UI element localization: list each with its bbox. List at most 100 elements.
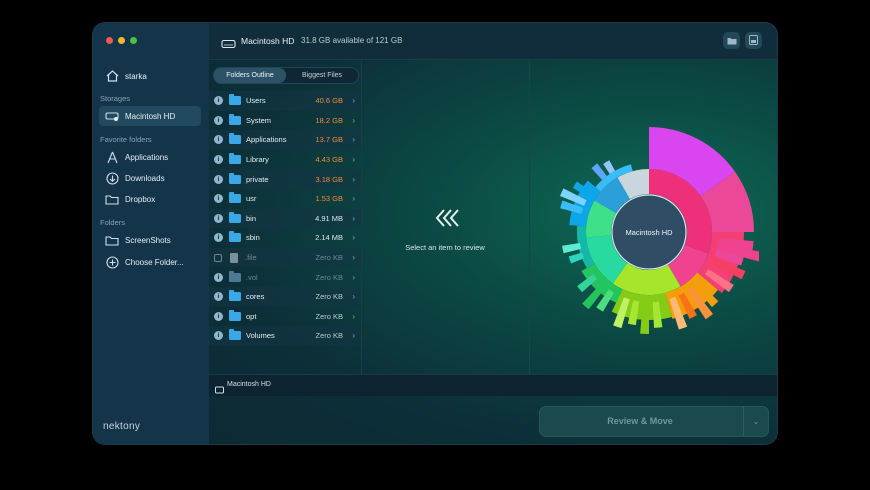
sidebar-item-screenshots[interactable]: ScreenShots <box>99 230 201 250</box>
folder-icon <box>229 329 241 341</box>
plus-circle-icon <box>105 255 119 269</box>
folder-icon <box>229 270 241 282</box>
folder-list: i Users 40.6 GB › i System 18.2 GB › i Applicatio… <box>209 91 361 346</box>
chevron-down-icon[interactable]: ⌄ <box>743 407 768 436</box>
folder-icon <box>229 94 241 106</box>
folder-icon <box>229 290 241 302</box>
sidebar-item-dropbox[interactable]: Dropbox <box>99 189 201 209</box>
chevron-right-icon[interactable]: › <box>352 312 355 321</box>
chevron-right-icon[interactable]: › <box>352 96 355 105</box>
list-item[interactable]: i System 18.2 GB › <box>209 111 361 131</box>
folder-icon <box>229 172 241 184</box>
folder-icon <box>229 113 241 125</box>
item-name: opt <box>246 311 257 321</box>
tab-biggest-files[interactable]: Biggest Files <box>286 68 358 83</box>
info-icon[interactable]: i <box>214 311 223 321</box>
item-name: System <box>246 115 272 125</box>
info-icon[interactable]: i <box>214 292 223 302</box>
sunburst-segment[interactable] <box>562 242 582 254</box>
chevron-right-icon[interactable]: › <box>352 253 355 262</box>
list-item[interactable]: i opt Zero KB › <box>209 307 361 327</box>
review-hint: Select an item to review <box>405 243 485 252</box>
item-size: 2.14 MB <box>315 233 343 243</box>
list-item[interactable]: .file Zero KB › <box>209 247 361 268</box>
info-icon[interactable]: i <box>214 115 223 125</box>
chevron-right-icon[interactable]: › <box>352 175 355 184</box>
item-size: 3.18 GB <box>315 174 343 184</box>
chevron-right-icon[interactable]: › <box>352 331 355 340</box>
review-move-label: Review & Move <box>607 416 673 426</box>
view-tabs: Folders Outline Biggest Files <box>213 67 359 84</box>
chevron-right-icon[interactable]: › <box>352 292 355 301</box>
chevron-right-icon[interactable]: › <box>352 233 355 242</box>
disk-title: Macintosh HD <box>241 36 295 46</box>
list-item[interactable]: i Applications 13.7 GB › <box>209 130 361 150</box>
item-size: 4.43 GB <box>315 155 343 165</box>
chevron-right-icon[interactable]: › <box>352 194 355 203</box>
app-window: starka Storages Macintosh HD Favorite fo… <box>93 23 777 444</box>
item-size: Zero KB <box>315 311 343 321</box>
info-icon[interactable]: i <box>214 155 223 165</box>
save-view-button[interactable] <box>745 32 762 49</box>
sunburst-segment[interactable] <box>568 252 585 264</box>
list-item[interactable]: i cores Zero KB › <box>209 286 361 307</box>
item-name: Users <box>246 96 266 106</box>
folder-icon <box>229 133 241 145</box>
item-size: Zero KB <box>315 253 343 263</box>
sidebar-item-label: Applications <box>125 152 169 162</box>
list-item[interactable]: i private 3.18 GB › <box>209 169 361 189</box>
info-icon[interactable]: i <box>214 331 223 341</box>
folders-header: Folders <box>100 218 126 227</box>
list-item[interactable]: i sbin 2.14 MB › <box>209 228 361 248</box>
sunburst-chart[interactable]: Macintosh HD <box>539 108 759 338</box>
tab-folders-outline[interactable]: Folders Outline <box>214 68 286 83</box>
minimize-window-button[interactable] <box>118 37 125 44</box>
info-icon[interactable]: i <box>214 233 223 243</box>
info-icon[interactable]: i <box>214 213 223 223</box>
zoom-window-button[interactable] <box>130 37 137 44</box>
info-icon[interactable]: i <box>214 135 223 145</box>
info-icon[interactable]: i <box>214 272 223 282</box>
item-size: 1.53 GB <box>315 194 343 204</box>
info-icon[interactable]: i <box>214 174 223 184</box>
folder-icon <box>229 192 241 204</box>
info-icon[interactable]: i <box>214 194 223 204</box>
list-item[interactable]: i usr 1.53 GB › <box>209 189 361 209</box>
disk-availability: 31.8 GB available of 121 GB <box>301 36 403 45</box>
divider <box>361 60 362 374</box>
sidebar-item-macintosh-hd[interactable]: Macintosh HD <box>99 106 201 126</box>
list-item[interactable]: i .vol Zero KB › <box>209 267 361 287</box>
folder-icon <box>229 309 241 321</box>
sidebar-item-user[interactable]: starka <box>99 66 201 86</box>
item-size: 13.7 GB <box>315 135 343 145</box>
list-item[interactable]: i bin 4.91 MB › <box>209 208 361 229</box>
sidebar-item-label: starka <box>125 71 147 81</box>
close-window-button[interactable] <box>106 37 113 44</box>
list-item[interactable]: i Users 40.6 GB › <box>209 91 361 111</box>
storages-header: Storages <box>100 94 131 103</box>
sidebar-item-label: Dropbox <box>125 194 156 204</box>
sidebar-item-downloads[interactable]: Downloads <box>99 168 201 188</box>
main-panel: Macintosh HD 31.8 GB available of 121 GB… <box>209 23 777 444</box>
folder-icon <box>229 211 241 223</box>
info-icon[interactable]: i <box>214 96 223 106</box>
brand-logo: nektony <box>103 421 141 432</box>
chevron-right-icon[interactable]: › <box>352 273 355 282</box>
chevron-right-icon[interactable]: › <box>352 214 355 223</box>
folder-icon <box>105 192 119 206</box>
chevron-right-icon[interactable]: › <box>352 135 355 144</box>
folder-view-button[interactable] <box>723 32 740 49</box>
item-size: Zero KB <box>315 292 343 302</box>
path-label: Macintosh HD <box>227 381 271 388</box>
list-item[interactable]: i Library 4.43 GB › <box>209 150 361 170</box>
list-item[interactable]: i Volumes Zero KB › <box>209 326 361 346</box>
chevrons-left-icon <box>435 209 461 232</box>
chevron-right-icon[interactable]: › <box>352 116 355 125</box>
chevron-right-icon[interactable]: › <box>352 155 355 164</box>
checkbox[interactable] <box>214 253 222 262</box>
review-move-button[interactable]: Review & Move ⌄ <box>539 406 769 437</box>
sunburst-center-label: Macintosh HD <box>625 228 673 237</box>
choose-folder-button[interactable]: Choose Folder... <box>99 252 201 272</box>
sidebar-item-applications[interactable]: Applications <box>99 147 201 167</box>
sidebar-item-label: Downloads <box>125 173 165 183</box>
